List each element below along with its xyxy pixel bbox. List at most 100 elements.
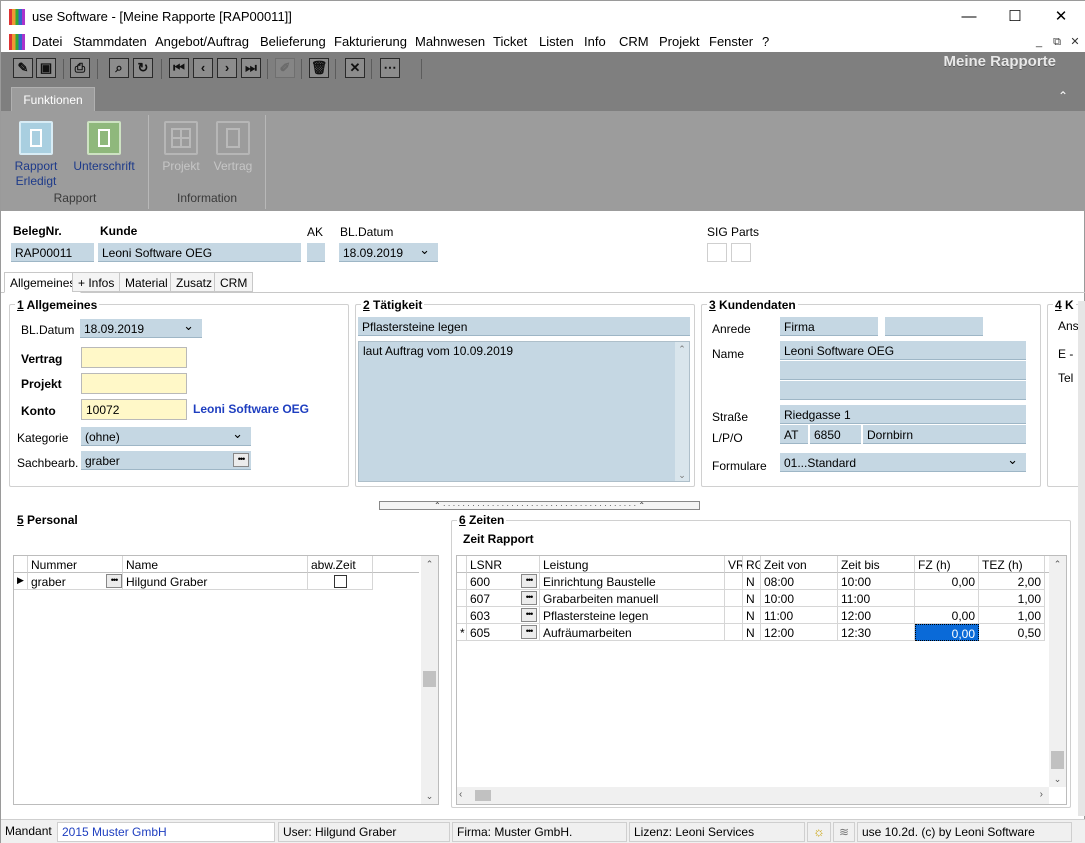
mdi-minimize-button[interactable]: _ bbox=[1032, 35, 1046, 49]
scroll-thumb[interactable] bbox=[1051, 751, 1064, 769]
bldatum-select[interactable]: 18.09.2019 bbox=[80, 319, 202, 338]
zeiten-cell-rg[interactable]: N bbox=[743, 607, 761, 624]
menu-listen[interactable]: Listen bbox=[539, 34, 574, 49]
formulare-select[interactable]: 01...Standard bbox=[780, 453, 1026, 472]
zeiten-cell-fz[interactable]: 0,00 bbox=[915, 573, 979, 590]
belegnr-field[interactable]: RAP00011 bbox=[11, 243, 94, 262]
lsnr-lookup-button[interactable]: ••• bbox=[521, 574, 537, 588]
name2-field[interactable] bbox=[780, 361, 1026, 380]
scroll-down-icon[interactable]: ⌄ bbox=[675, 470, 689, 481]
menu-stammdaten[interactable]: Stammdaten bbox=[73, 34, 147, 49]
zeiten-cell-bis[interactable]: 12:30 bbox=[838, 624, 915, 641]
kunde-field[interactable]: Leoni Software OEG bbox=[98, 243, 301, 262]
close-window-button[interactable]: ✕ bbox=[1038, 1, 1084, 32]
menu-angebot-auftrag[interactable]: Angebot/Auftrag bbox=[155, 34, 249, 49]
menu-fenster[interactable]: Fenster bbox=[709, 34, 753, 49]
zeiten-vscrollbar[interactable]: ⌃ ⌄ bbox=[1049, 556, 1066, 787]
zeiten-cell-rg[interactable]: N bbox=[743, 590, 761, 607]
personal-col-abwzeit[interactable]: abw.Zeit bbox=[308, 556, 373, 573]
menu-belieferung[interactable]: Belieferung bbox=[260, 34, 326, 49]
personal-lookup-button[interactable]: ••• bbox=[106, 574, 122, 588]
scroll-up-icon[interactable]: ⌃ bbox=[1049, 556, 1066, 572]
menu-projekt[interactable]: Projekt bbox=[659, 34, 699, 49]
rapport-erledigt-button[interactable]: Rapport Erledigt bbox=[9, 121, 63, 189]
zeiten-cell-fz[interactable] bbox=[915, 590, 979, 607]
delete-icon[interactable]: 🗑 bbox=[309, 58, 329, 78]
minimize-button[interactable]: — bbox=[946, 1, 992, 32]
menu-mahnwesen[interactable]: Mahnwesen bbox=[415, 34, 485, 49]
zeiten-cell-rg[interactable]: N bbox=[743, 573, 761, 590]
tab-infos[interactable]: + Infos bbox=[72, 272, 121, 292]
zeiten-col-fz[interactable]: FZ (h) bbox=[915, 556, 979, 573]
taetigkeit-text-area[interactable]: laut Auftrag vom 10.09.2019 ⌃ ⌄ bbox=[358, 341, 690, 482]
zeiten-col-rg[interactable]: RG bbox=[743, 556, 761, 573]
tab-allgemeines[interactable]: Allgemeines bbox=[4, 272, 82, 293]
zeiten-cell-tez[interactable]: 1,00 bbox=[979, 590, 1045, 607]
zeiten-cell-von[interactable]: 12:00 bbox=[761, 624, 838, 641]
zeiten-col-zeit-von[interactable]: Zeit von bbox=[761, 556, 838, 573]
zeiten-col-zeit-bis[interactable]: Zeit bis bbox=[838, 556, 915, 573]
menu-app-icon[interactable] bbox=[9, 34, 25, 50]
refresh-icon[interactable]: ↻ bbox=[133, 58, 153, 78]
first-record-icon[interactable]: ⏮ bbox=[169, 58, 189, 78]
kategorie-select[interactable]: (ohne) bbox=[81, 427, 251, 446]
name3-field[interactable] bbox=[780, 381, 1026, 400]
splitter-handle[interactable]: ⌃ · · · · · · · · · · · · · · · · · · · … bbox=[379, 501, 700, 510]
zeiten-cell-leistung[interactable]: Aufräumarbeiten bbox=[540, 624, 725, 641]
sig-box[interactable] bbox=[707, 243, 727, 262]
konto-field[interactable]: 10072 bbox=[81, 399, 187, 420]
zeiten-cell-leistung[interactable]: Einrichtung Baustelle bbox=[540, 573, 725, 590]
menu-ticket[interactable]: Ticket bbox=[493, 34, 527, 49]
unterschrift-button[interactable]: Unterschrift bbox=[69, 121, 139, 174]
zeiten-col-lsnr[interactable]: LSNR bbox=[467, 556, 540, 573]
zeiten-cell-von[interactable]: 10:00 bbox=[761, 590, 838, 607]
zeiten-cell-leistung[interactable]: Grabarbeiten manuell bbox=[540, 590, 725, 607]
scroll-thumb[interactable] bbox=[423, 671, 436, 687]
status-mandant-value[interactable]: 2015 Muster GmbH bbox=[57, 822, 275, 842]
parts-box[interactable] bbox=[731, 243, 751, 262]
taetigkeit-short-field[interactable]: Pflastersteine legen bbox=[358, 317, 690, 336]
personal-cell-name[interactable]: Hilgund Graber bbox=[123, 573, 308, 590]
maximize-button[interactable]: ☐ bbox=[992, 1, 1038, 32]
zeiten-cell-vr[interactable] bbox=[725, 573, 743, 590]
right-edge-scrollbar[interactable] bbox=[1078, 301, 1085, 816]
scroll-down-icon[interactable]: ⌄ bbox=[1049, 771, 1066, 787]
zeiten-col-tez[interactable]: TEZ (h) bbox=[979, 556, 1045, 573]
land-field[interactable]: AT bbox=[780, 425, 808, 444]
zeiten-cell-tez[interactable]: 1,00 bbox=[979, 607, 1045, 624]
ort-field[interactable]: Dornbirn bbox=[863, 425, 1026, 444]
zeiten-col-leistung[interactable]: Leistung bbox=[540, 556, 725, 573]
zeiten-cell-bis[interactable]: 10:00 bbox=[838, 573, 915, 590]
scroll-right-icon[interactable]: › bbox=[1040, 787, 1043, 803]
abwzeit-checkbox[interactable] bbox=[333, 575, 347, 588]
scroll-left-icon[interactable]: ‹ bbox=[459, 787, 462, 803]
taetigkeit-scrollbar[interactable]: ⌃ ⌄ bbox=[675, 342, 689, 481]
projekt-field[interactable] bbox=[81, 373, 187, 394]
anrede-field[interactable]: Firma bbox=[780, 317, 878, 336]
zeiten-col-vr[interactable]: VR bbox=[725, 556, 743, 573]
zeiten-cell-vr[interactable] bbox=[725, 607, 743, 624]
scroll-up-icon[interactable]: ⌃ bbox=[675, 342, 689, 356]
personal-vscrollbar[interactable]: ⌃ ⌄ bbox=[421, 556, 438, 804]
konto-name-link[interactable]: Leoni Software OEG bbox=[193, 402, 309, 416]
strasse-field[interactable]: Riedgasse 1 bbox=[780, 405, 1026, 424]
last-record-icon[interactable]: ⏭ bbox=[241, 58, 261, 78]
lsnr-lookup-button[interactable]: ••• bbox=[521, 591, 537, 605]
mdi-close-button[interactable]: ✕ bbox=[1068, 35, 1082, 49]
search-icon[interactable]: ⌕ bbox=[109, 58, 129, 78]
zeiten-cell-rg[interactable]: N bbox=[743, 624, 761, 641]
bldatum-header-select[interactable]: 18.09.2019 bbox=[339, 243, 438, 262]
tab-material[interactable]: Material bbox=[119, 272, 174, 292]
print-icon[interactable]: ⎙ bbox=[70, 58, 90, 78]
zeiten-cell-fz[interactable]: 0,00 bbox=[915, 607, 979, 624]
database-icon[interactable]: ≋ bbox=[833, 822, 855, 842]
zeiten-cell-vr[interactable] bbox=[725, 590, 743, 607]
zeiten-cell-bis[interactable]: 11:00 bbox=[838, 590, 915, 607]
ak-field[interactable] bbox=[307, 243, 325, 262]
zeiten-cell-tez[interactable]: 0,50 bbox=[979, 624, 1045, 641]
ribbon-tab-funktionen[interactable]: Funktionen bbox=[11, 87, 95, 111]
menu-datei[interactable]: Datei bbox=[32, 34, 62, 49]
previous-record-icon[interactable]: ‹ bbox=[193, 58, 213, 78]
menu-info[interactable]: Info bbox=[584, 34, 606, 49]
name-field[interactable]: Leoni Software OEG bbox=[780, 341, 1026, 360]
